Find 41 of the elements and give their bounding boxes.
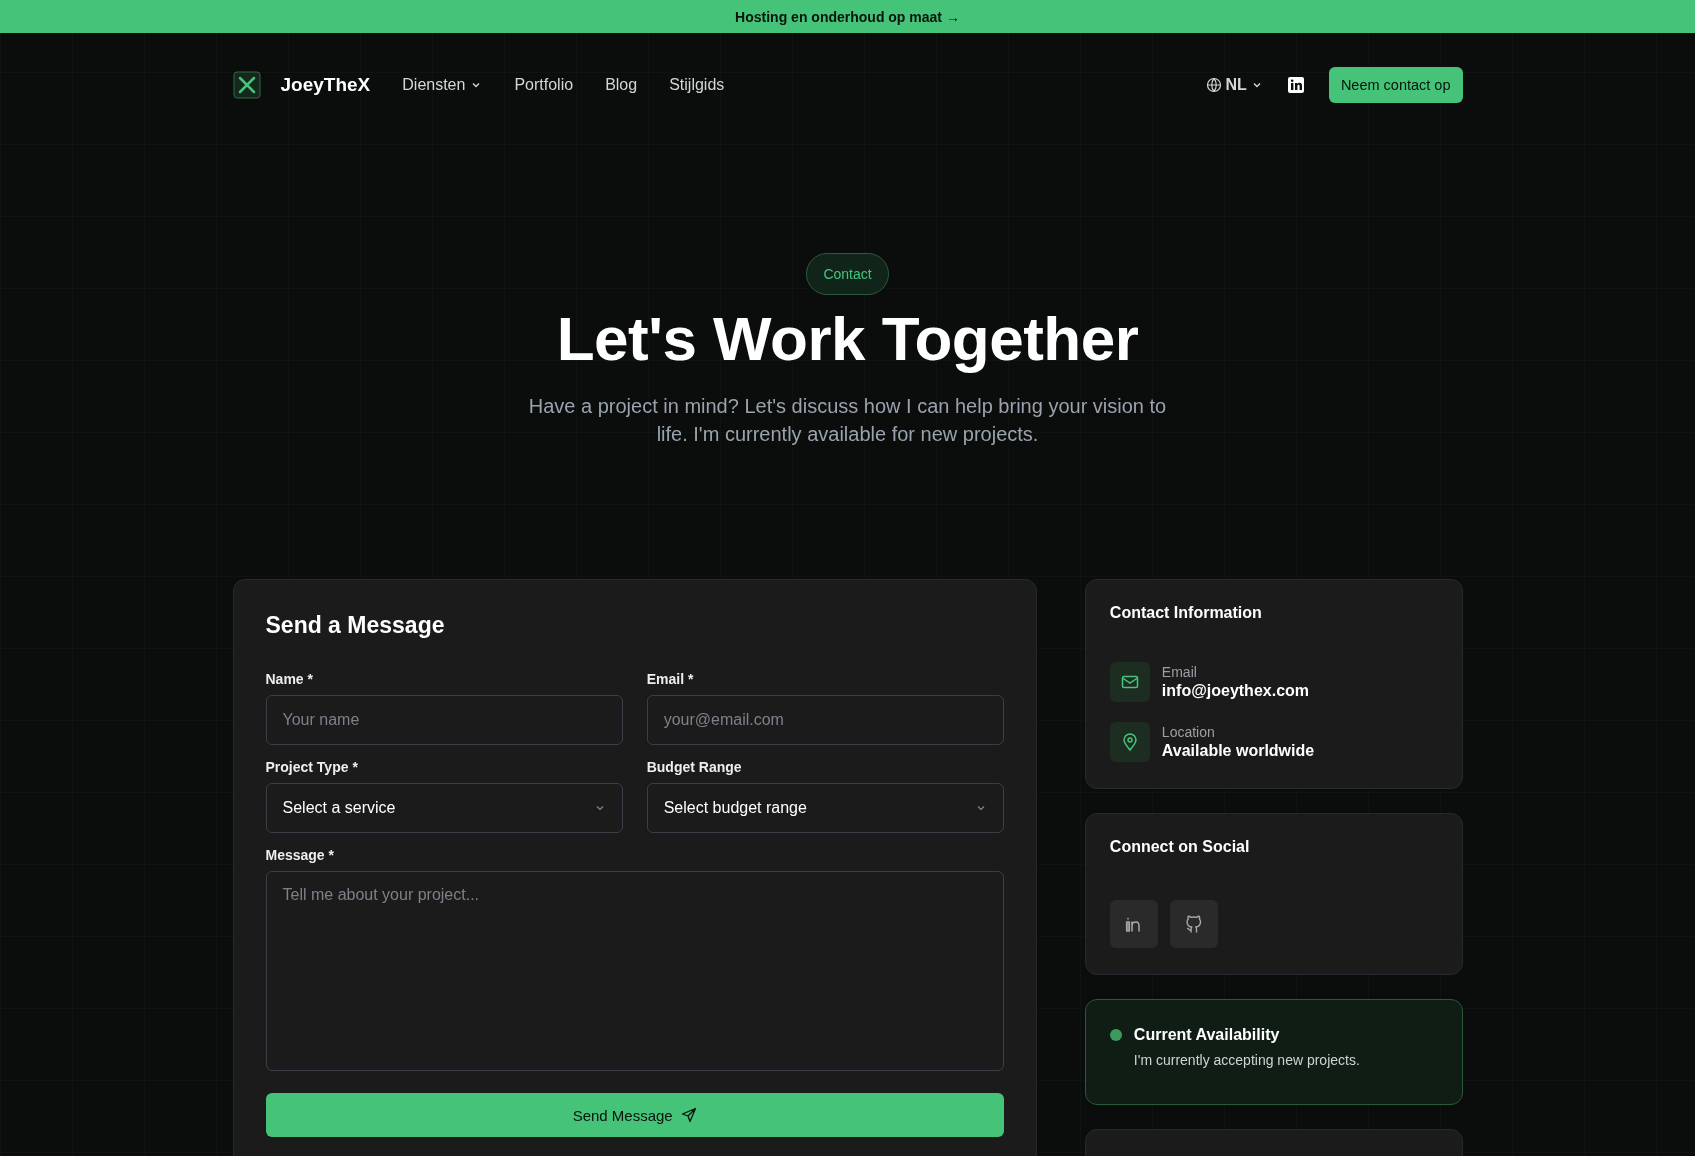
availability-text: I'm currently accepting new projects. [1133, 1052, 1361, 1068]
brand-name[interactable]: JoeyTheX [280, 74, 371, 96]
send-icon [680, 1107, 697, 1123]
info-label: Email [1161, 664, 1198, 680]
availability-title: Current Availability [1133, 1026, 1280, 1044]
nav-link[interactable]: Blog [605, 76, 638, 94]
field-label: Name * [265, 671, 314, 687]
section-badge: Contact [806, 253, 889, 295]
linkedin-button[interactable] [1109, 900, 1158, 948]
github-button[interactable] [1169, 900, 1218, 948]
message-field[interactable]: Tell me about your project... [265, 871, 1004, 1071]
nav-link[interactable]: Diensten [402, 76, 483, 94]
select-field[interactable]: Select budget range [646, 783, 1004, 833]
language-selector[interactable]: NL [1205, 76, 1263, 94]
field-label: Message * [265, 847, 335, 863]
location-pin-icon [1109, 722, 1150, 762]
field-label: Project Type * [265, 759, 359, 775]
field-label: Email * [646, 671, 695, 687]
contact-button[interactable]: Neem contact op [1328, 67, 1463, 103]
info-value: Available worldwide [1161, 742, 1315, 760]
input-field[interactable]: your@email.com [646, 695, 1004, 745]
globe-icon [1205, 77, 1222, 93]
linkedin-icon[interactable] [1286, 76, 1305, 94]
card-title: Connect on Social [1109, 838, 1251, 856]
field-label: Budget Range [646, 759, 743, 775]
github-icon [1183, 914, 1204, 934]
select-field[interactable]: Select a service [265, 783, 623, 833]
mail-icon [1109, 662, 1150, 702]
hero-subtitle: Have a project in mind? Let's discuss how I can help bring your vision to life. I'm currently available for new projects. [527, 394, 1168, 447]
banner-text[interactable]: Hosting en onderhoud op maat → [735, 8, 960, 25]
info-value: info@joeythex.com [1161, 682, 1310, 700]
info-label: Location [1161, 724, 1216, 740]
input-field[interactable]: Your name [265, 695, 623, 745]
hero-title: Let's Work Together [556, 303, 1139, 374]
nav-link[interactable]: Stijlgids [669, 76, 725, 94]
nav-link[interactable]: Portfolio [514, 76, 574, 94]
logo-icon[interactable] [232, 71, 261, 99]
send-message-button[interactable]: Send Message [265, 1093, 1004, 1137]
card-title: Contact Information [1109, 604, 1263, 622]
announcement-banner[interactable]: Hosting en onderhoud op maat → [0, 0, 1695, 33]
form-title: Send a Message [265, 612, 446, 639]
